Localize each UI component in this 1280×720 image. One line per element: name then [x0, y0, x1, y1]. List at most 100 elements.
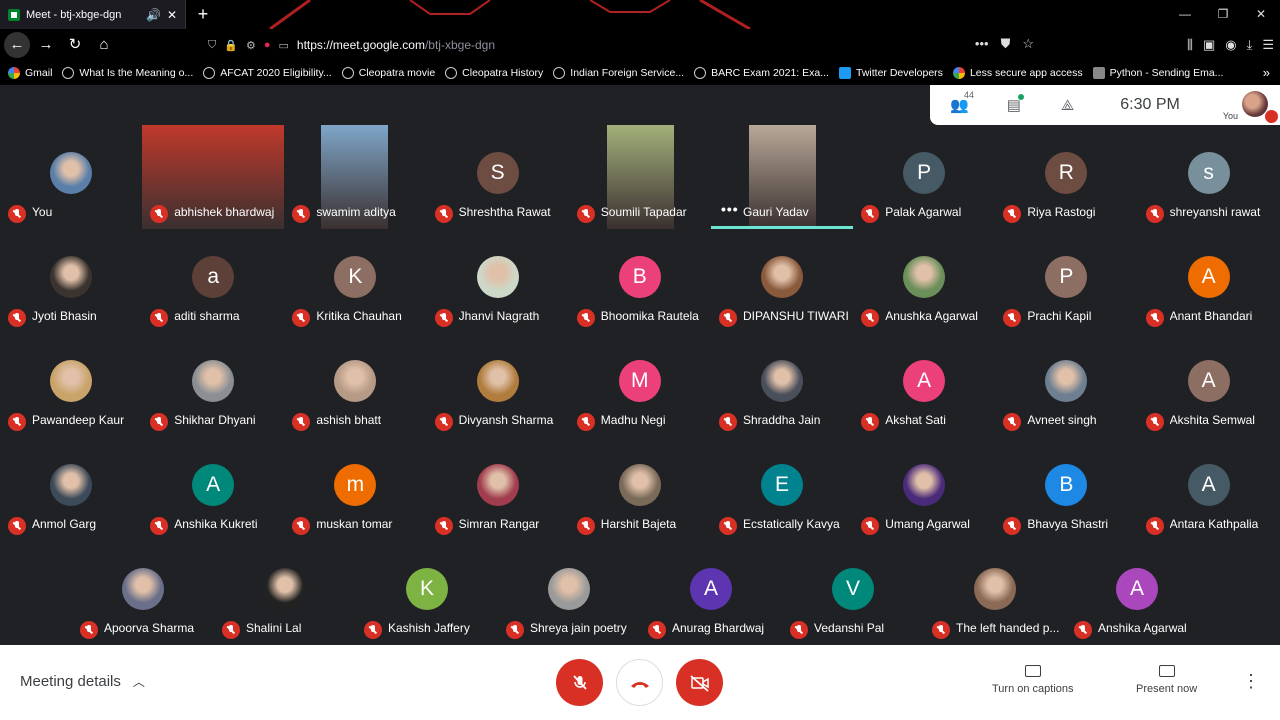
present-now-button[interactable]: Present now	[1136, 665, 1197, 695]
captions-button[interactable]: Turn on captions	[992, 665, 1074, 695]
participant-tile[interactable]: Jyoti Bhasin	[0, 229, 142, 333]
participant-tile[interactable]: Shalini Lal	[214, 541, 356, 645]
participant-tile[interactable]: a aditi sharma	[142, 229, 285, 333]
participant-tile[interactable]: P Prachi Kapil	[995, 229, 1138, 333]
participant-tile[interactable]: B Bhavya Shastri	[995, 437, 1138, 541]
participant-tile[interactable]: Shraddha Jain	[711, 333, 853, 437]
participant-tile[interactable]: abhishek bhardwaj	[142, 125, 285, 229]
home-button[interactable]: ⌂	[91, 32, 117, 58]
participant-tile[interactable]: B Bhoomika Rautela	[568, 229, 711, 333]
participant-tile[interactable]: A Anurag Bhardwaj	[640, 541, 782, 645]
participants-icon[interactable]: 👥 44	[950, 90, 974, 114]
menu-icon[interactable]: ☰	[1262, 32, 1274, 58]
mic-blocked-icon[interactable]: ●	[264, 39, 271, 52]
participant-tile[interactable]: Shikhar Dhyani	[142, 333, 285, 437]
pocket-icon[interactable]: ⛊	[1001, 36, 1011, 52]
participant-tile[interactable]: s shreyanshi rawat	[1137, 125, 1280, 229]
minimize-icon[interactable]: —	[1166, 0, 1204, 29]
muted-mic-icon	[506, 621, 524, 639]
participant-tile[interactable]: A Anshika Agarwal	[1066, 541, 1208, 645]
participant-tile[interactable]: K Kritika Chauhan	[284, 229, 427, 333]
camera-off-button[interactable]	[676, 659, 723, 706]
browser-tab-meet[interactable]: Meet - btj-xbge-dgn 🔊 ✕	[0, 0, 186, 29]
participant-tile[interactable]: Simran Rangar	[426, 437, 569, 541]
participant-tile[interactable]: Shreya jain poetry	[498, 541, 640, 645]
bookmark-item[interactable]: Less secure app access	[952, 67, 1083, 79]
participant-tile[interactable]: A Akshita Semwal	[1137, 333, 1280, 437]
bookmark-item[interactable]: Indian Foreign Service...	[553, 67, 684, 79]
bookmark-item[interactable]: Gmail	[8, 67, 52, 79]
bookmark-star-icon[interactable]: ☆	[1022, 36, 1034, 52]
participant-name: Antara Kathpalia	[1169, 517, 1259, 531]
participant-tile[interactable]: K Kashish Jaffery	[356, 541, 498, 645]
shield-icon[interactable]: ⛉	[208, 39, 216, 52]
participant-tile[interactable]: Divyansh Sharma	[426, 333, 569, 437]
forward-button[interactable]: →	[33, 32, 59, 58]
participant-tile[interactable]: Anushka Agarwal	[853, 229, 996, 333]
participant-tile[interactable]: ashish bhatt	[284, 333, 427, 437]
participant-tile[interactable]: A Anant Bhandari	[1137, 229, 1280, 333]
bookmark-item[interactable]: Cleopatra History	[445, 67, 543, 79]
bookmark-item[interactable]: AFCAT 2020 Eligibility...	[203, 67, 332, 79]
leave-call-button[interactable]	[616, 659, 663, 706]
participant-tile[interactable]: Umang Agarwal	[853, 437, 996, 541]
participant-tile[interactable]: R Riya Rastogi	[995, 125, 1138, 229]
participant-tile[interactable]: A Antara Kathpalia	[1137, 437, 1280, 541]
participant-tile[interactable]: The left handed p...	[924, 541, 1066, 645]
participant-tile[interactable]: E Ecstatically Kavya	[711, 437, 853, 541]
participant-tile[interactable]: swamim aditya	[284, 125, 427, 229]
more-options-icon[interactable]: ⋮	[1242, 671, 1260, 692]
mic-off-button[interactable]	[556, 659, 603, 706]
bookmark-item[interactable]: Cleopatra movie	[341, 67, 435, 79]
meeting-details-button[interactable]: Meeting details ︿	[20, 673, 145, 690]
bookmark-item[interactable]: What Is the Meaning o...	[62, 67, 193, 79]
participant-tile[interactable]: M Madhu Negi	[568, 333, 711, 437]
participant-tile[interactable]: P Palak Agarwal	[853, 125, 996, 229]
back-button[interactable]: ←	[4, 32, 30, 58]
url-text[interactable]: https://meet.google.com/btj-xbge-dgn	[297, 38, 495, 52]
library-icon[interactable]: ⫼	[1187, 32, 1193, 58]
restore-icon[interactable]: ❐	[1204, 0, 1242, 29]
chat-icon[interactable]: ▤	[1007, 94, 1024, 114]
new-tab-button[interactable]: +	[192, 3, 214, 25]
participant-tile[interactable]: Avneet singh	[995, 333, 1138, 437]
participant-name: Bhoomika Rautela	[600, 309, 699, 323]
close-tab-icon[interactable]: ✕	[167, 8, 177, 22]
muted-mic-icon	[292, 413, 311, 431]
participant-tile[interactable]: A Akshat Sati	[853, 333, 996, 437]
participant-tile[interactable]: Anmol Garg	[0, 437, 142, 541]
self-view-thumbnail[interactable]	[1242, 91, 1268, 117]
page-actions-icon[interactable]: •••	[975, 36, 989, 52]
participant-tile[interactable]: m muskan tomar	[284, 437, 427, 541]
screen-share-icon[interactable]: ▭	[278, 39, 288, 52]
bookmark-item[interactable]: Python - Sending Ema...	[1092, 67, 1223, 79]
participant-tile[interactable]: Jhanvi Nagrath	[426, 229, 569, 333]
participant-tile[interactable]: A Anshika Kukreti	[142, 437, 285, 541]
bookmark-item[interactable]: Twitter Developers	[838, 67, 943, 79]
speaker-icon[interactable]: 🔊	[146, 8, 161, 22]
close-window-icon[interactable]: ✕	[1242, 0, 1280, 29]
reload-button[interactable]: ↻	[62, 32, 88, 58]
bookmark-item[interactable]: BARC Exam 2021: Exa...	[694, 67, 829, 79]
participant-tile[interactable]: Soumili Tapadar	[568, 125, 711, 229]
participant-tile[interactable]: Apoorva Sharma	[72, 541, 214, 645]
participant-tile[interactable]: You	[0, 125, 142, 229]
participant-name: Harshit Bajeta	[600, 517, 677, 531]
bookmark-label: Gmail	[25, 67, 53, 79]
lock-icon[interactable]: 🔒	[224, 39, 238, 52]
url-bar[interactable]: ⛉ 🔒 ⚙ ● ▭ https://meet.google.com/btj-xb…	[208, 32, 1044, 58]
permissions-icon[interactable]: ⚙	[246, 39, 256, 52]
account-icon[interactable]: ◉	[1225, 32, 1236, 58]
downloads-icon[interactable]: ⤓	[1247, 32, 1253, 58]
participant-tile[interactable]: DIPANSHU TIWARI	[711, 229, 853, 333]
sidebar-icon[interactable]: ▣	[1203, 32, 1215, 58]
muted-mic-icon	[150, 413, 169, 431]
activities-icon[interactable]: ⟁	[1061, 97, 1074, 114]
participant-tile[interactable]: Harshit Bajeta	[568, 437, 711, 541]
participant-tile[interactable]: S Shreshtha Rawat	[426, 125, 569, 229]
bookmarks-overflow-icon[interactable]: »	[1263, 65, 1270, 80]
participant-tile[interactable]: ••• Gauri Yadav	[711, 125, 853, 229]
participant-tile[interactable]: Pawandeep Kaur	[0, 333, 142, 437]
participant-tile[interactable]: V Vedanshi Pal	[782, 541, 924, 645]
captions-icon	[1024, 665, 1041, 677]
